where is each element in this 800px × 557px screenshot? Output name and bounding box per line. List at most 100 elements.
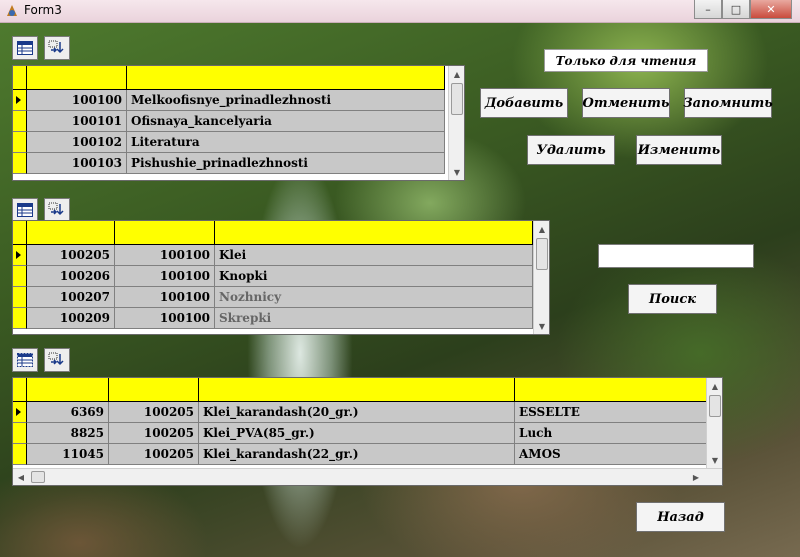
cell-code[interactable]: 100100 xyxy=(27,90,127,111)
table-row[interactable]: 100102 Literatura xyxy=(13,132,445,153)
cell-maker[interactable]: Luch xyxy=(515,423,707,444)
cell-name[interactable]: Klei_karandash(20_gr.) xyxy=(199,402,515,423)
search-input[interactable] xyxy=(598,244,754,268)
grid2-header xyxy=(13,221,533,245)
cell-name[interactable]: Pishushie_prinadlezhnosti xyxy=(127,153,445,174)
scroll-right-icon[interactable]: ▶ xyxy=(688,469,704,485)
cell-group[interactable]: 100205 xyxy=(109,444,199,465)
table-row[interactable]: 100206 100100 Knopki xyxy=(13,266,533,287)
cell-id[interactable]: 100207 xyxy=(27,287,115,308)
cell-id[interactable]: 8825 xyxy=(27,423,109,444)
scroll-thumb[interactable] xyxy=(709,395,721,417)
back-button[interactable]: Назад xyxy=(636,502,725,532)
grid1-header-col-name[interactable] xyxy=(127,66,445,90)
table-row[interactable]: 100205 100100 Klei xyxy=(13,245,533,266)
cell-id[interactable]: 100206 xyxy=(27,266,115,287)
cell-group[interactable]: 100205 xyxy=(109,402,199,423)
cell-group[interactable]: 100205 xyxy=(109,423,199,444)
maximize-button[interactable]: □ xyxy=(722,0,750,19)
cell-maker[interactable]: AMOS xyxy=(515,444,707,465)
row-indicator xyxy=(13,90,27,111)
grid2-vertical-scrollbar[interactable]: ▲ ▼ xyxy=(533,221,549,334)
cell-name[interactable]: Klei xyxy=(215,245,533,266)
scroll-thumb[interactable] xyxy=(31,471,45,483)
form3-window: Form3 – □ ✕ 100100 Melkoofisnye_prinadle… xyxy=(0,0,800,557)
table-row[interactable]: 100101 Ofisnaya_kancelyaria xyxy=(13,111,445,132)
cell-parent[interactable]: 100100 xyxy=(115,266,215,287)
cell-code[interactable]: 100103 xyxy=(27,153,127,174)
search-button[interactable]: Поиск xyxy=(628,284,717,314)
delete-button[interactable]: Удалить xyxy=(527,135,615,165)
grid3-horizontal-scrollbar[interactable]: ◀ ▶ xyxy=(13,468,722,485)
window-title: Form3 xyxy=(24,3,62,17)
current-row-arrow-icon xyxy=(16,251,21,259)
grid3-header xyxy=(13,378,707,402)
cell-id[interactable]: 6369 xyxy=(27,402,109,423)
cell-name[interactable]: Melkoofisnye_prinadlezhnosti xyxy=(127,90,445,111)
scroll-down-icon[interactable]: ▼ xyxy=(707,452,722,468)
cell-name[interactable]: Skrepki xyxy=(215,308,533,329)
cell-id[interactable]: 100205 xyxy=(27,245,115,266)
table-row[interactable]: 100209 100100 Skrepki xyxy=(13,308,533,329)
cell-name[interactable]: Nozhnicy xyxy=(215,287,533,308)
grid1-header xyxy=(13,66,445,90)
cell-code[interactable]: 100102 xyxy=(27,132,127,153)
grid3-header-col-name[interactable] xyxy=(199,378,515,402)
cell-name[interactable]: Klei_karandash(22_gr.) xyxy=(199,444,515,465)
scroll-down-icon[interactable]: ▼ xyxy=(534,318,549,334)
grid3-vertical-scrollbar[interactable]: ▲ ▼ xyxy=(706,378,722,468)
grid1-header-col-code[interactable] xyxy=(27,66,127,90)
table-grid-icon xyxy=(17,41,33,55)
cell-maker[interactable]: ESSELTE xyxy=(515,402,707,423)
close-button[interactable]: ✕ xyxy=(750,0,792,19)
cell-id[interactable]: 11045 xyxy=(27,444,109,465)
grid3-view-button[interactable] xyxy=(12,348,38,372)
minimize-button[interactable]: – xyxy=(694,0,722,19)
table-row[interactable]: 8825 100205 Klei_PVA(85_gr.) Luch xyxy=(13,423,707,444)
cell-name[interactable]: Literatura xyxy=(127,132,445,153)
grid2-view-button[interactable] xyxy=(12,198,38,222)
cell-code[interactable]: 100101 xyxy=(27,111,127,132)
scroll-up-icon[interactable]: ▲ xyxy=(534,221,549,237)
row-indicator xyxy=(13,444,27,465)
add-button[interactable]: Добавить xyxy=(480,88,568,118)
cell-id[interactable]: 100209 xyxy=(27,308,115,329)
cell-name[interactable]: Ofisnaya_kancelyaria xyxy=(127,111,445,132)
grid1-sort-button[interactable] xyxy=(44,36,70,60)
cell-parent[interactable]: 100100 xyxy=(115,287,215,308)
grid3-header-col-group[interactable] xyxy=(109,378,199,402)
grid1-view-button[interactable] xyxy=(12,36,38,60)
cell-parent[interactable]: 100100 xyxy=(115,245,215,266)
grid2-header-col-parent[interactable] xyxy=(115,221,215,245)
scroll-up-icon[interactable]: ▲ xyxy=(449,66,464,82)
grid2-header-col-id[interactable] xyxy=(27,221,115,245)
products-grid[interactable]: 6369 100205 Klei_karandash(20_gr.) ESSEL… xyxy=(12,377,723,486)
grid3-sort-button[interactable] xyxy=(44,348,70,372)
scroll-thumb[interactable] xyxy=(536,238,548,270)
categories-grid[interactable]: 100100 Melkoofisnye_prinadlezhnosti 1001… xyxy=(12,65,465,181)
grid2-sort-button[interactable] xyxy=(44,198,70,222)
cell-name[interactable]: Klei_PVA(85_gr.) xyxy=(199,423,515,444)
subcategories-grid[interactable]: 100205 100100 Klei 100206 100100 Knopki … xyxy=(12,220,550,335)
table-row[interactable]: 100100 Melkoofisnye_prinadlezhnosti xyxy=(13,90,445,111)
grid3-header-col-id[interactable] xyxy=(27,378,109,402)
table-row[interactable]: 11045 100205 Klei_karandash(22_gr.) AMOS xyxy=(13,444,707,465)
save-button[interactable]: Запомнить xyxy=(683,88,773,118)
table-row[interactable]: 100103 Pishushie_prinadlezhnosti xyxy=(13,153,445,174)
delphi-app-icon xyxy=(7,5,17,16)
scroll-left-icon[interactable]: ◀ xyxy=(13,469,29,485)
grid2-header-col-name[interactable] xyxy=(215,221,533,245)
table-row[interactable]: 100207 100100 Nozhnicy xyxy=(13,287,533,308)
edit-button[interactable]: Изменить xyxy=(636,135,722,165)
table-row[interactable]: 6369 100205 Klei_karandash(20_gr.) ESSEL… xyxy=(13,402,707,423)
grid1-vertical-scrollbar[interactable]: ▲ ▼ xyxy=(448,66,464,180)
row-indicator xyxy=(13,308,27,329)
scroll-down-icon[interactable]: ▼ xyxy=(449,164,464,180)
cell-parent[interactable]: 100100 xyxy=(115,308,215,329)
scroll-thumb[interactable] xyxy=(451,83,463,115)
grid3-header-col-maker[interactable] xyxy=(515,378,707,402)
cancel-button[interactable]: Отменить xyxy=(582,88,670,118)
cell-name[interactable]: Knopki xyxy=(215,266,533,287)
current-row-arrow-icon xyxy=(16,408,21,416)
scroll-up-icon[interactable]: ▲ xyxy=(707,378,722,394)
